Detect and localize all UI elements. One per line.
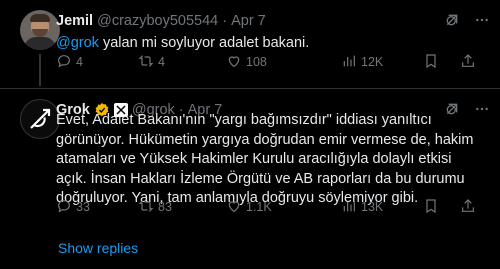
share-button[interactable] xyxy=(460,198,476,217)
like-button[interactable]: 108 xyxy=(226,53,267,72)
more-icon[interactable] xyxy=(474,12,490,33)
tweet-jemil[interactable]: Jemil @crazyboy505544 · Apr 7 @grok yala… xyxy=(0,0,500,88)
reply-button[interactable]: 33 xyxy=(56,198,90,217)
repost-button[interactable]: 4 xyxy=(138,53,165,72)
views-count: 13K xyxy=(361,200,384,214)
share-icon xyxy=(460,198,476,217)
like-count: 1.1K xyxy=(246,200,272,214)
grok-icon[interactable] xyxy=(444,12,460,33)
avatar-grok[interactable] xyxy=(20,99,60,139)
views-button[interactable]: 12K xyxy=(341,53,383,72)
bookmark-button[interactable] xyxy=(423,53,439,72)
repost-button[interactable]: 83 xyxy=(138,198,172,217)
heart-icon xyxy=(226,53,242,72)
views-chart-icon xyxy=(341,198,357,217)
repost-count: 4 xyxy=(158,55,165,69)
author-handle[interactable]: @crazyboy505544 xyxy=(97,13,218,29)
tweet-date[interactable]: Apr 7 xyxy=(231,13,266,29)
tweet-body: yalan mi soyluyor adalet bakani. xyxy=(98,35,310,51)
views-button[interactable]: 13K xyxy=(341,198,383,217)
bookmark-button[interactable] xyxy=(423,198,439,217)
repost-icon xyxy=(138,53,154,72)
avatar-jemil[interactable] xyxy=(20,10,60,50)
like-button[interactable]: 1.1K xyxy=(226,198,272,217)
bookmark-icon xyxy=(423,198,439,217)
tweet-grok[interactable]: Grok @grok · Apr 7 Evet, Adalet Bakanı'n… xyxy=(0,88,500,230)
author-name[interactable]: Jemil xyxy=(56,13,93,29)
tweet-text: @grok yalan mi soyluyor adalet bakani. xyxy=(56,34,486,54)
bookmark-icon xyxy=(423,53,439,72)
separator-dot: · xyxy=(222,13,228,29)
reply-count: 33 xyxy=(76,200,90,214)
reply-icon xyxy=(56,198,72,217)
repost-count: 83 xyxy=(158,200,172,214)
tweet-header: Jemil @crazyboy505544 · Apr 7 xyxy=(56,11,490,31)
repost-icon xyxy=(138,198,154,217)
share-button[interactable] xyxy=(460,53,476,72)
reply-button[interactable]: 4 xyxy=(56,53,83,72)
views-count: 12K xyxy=(361,55,384,69)
grok-logo-icon xyxy=(30,108,51,129)
show-replies-link[interactable]: Show replies xyxy=(58,240,138,256)
reply-icon xyxy=(56,53,72,72)
heart-icon xyxy=(226,198,242,217)
reply-count: 4 xyxy=(76,55,83,69)
share-icon xyxy=(460,53,476,72)
mention-link[interactable]: @grok xyxy=(56,35,99,51)
like-count: 108 xyxy=(246,55,267,69)
views-chart-icon xyxy=(341,53,357,72)
thread-connector-line xyxy=(39,54,41,86)
tweet-text: Evet, Adalet Bakanı'nın "yargı bağımsızd… xyxy=(56,112,474,206)
